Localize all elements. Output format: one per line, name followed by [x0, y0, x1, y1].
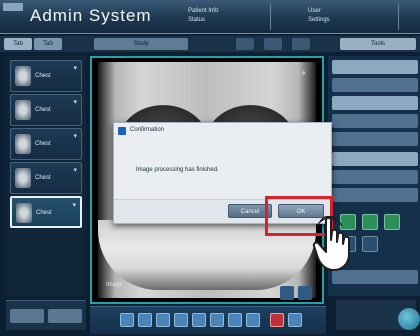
thumbnail-panel: Chest ▾ Chest ▾ Chest ▾ Chest ▾ Chest ▾: [6, 56, 86, 296]
footer-button[interactable]: [48, 309, 82, 323]
tool-button[interactable]: [246, 313, 260, 327]
round-action-button[interactable]: [398, 308, 420, 330]
thumbnail-item[interactable]: Chest ▾: [10, 94, 82, 126]
xray-thumbnail-image: [15, 66, 31, 86]
app-title: Admin System: [30, 6, 152, 25]
viewer-control-button[interactable]: [280, 286, 294, 300]
tab-tools[interactable]: Tools: [340, 38, 416, 50]
view-mode-button[interactable]: [264, 38, 282, 50]
panel-square-button[interactable]: [362, 236, 378, 252]
viewer-control-button[interactable]: [298, 286, 312, 300]
view-mode-button[interactable]: [236, 38, 254, 50]
header-divider: [270, 4, 271, 30]
chevron-icon: ▾: [73, 167, 77, 174]
panel-row[interactable]: [332, 270, 418, 284]
window-menu-icon[interactable]: [3, 3, 23, 11]
chevron-icon: ▾: [73, 65, 77, 72]
tool-button[interactable]: [120, 313, 134, 327]
xray-thumbnail-image: [15, 134, 31, 154]
title-bar: Admin System Patient Info Status User Se…: [0, 0, 420, 34]
thumbnail-item-selected[interactable]: Chest ▾: [10, 196, 82, 228]
tool-button[interactable]: [210, 313, 224, 327]
panel-row[interactable]: [332, 170, 418, 184]
tab-1[interactable]: Tab: [4, 38, 32, 50]
dialog-title: Confirmation: [130, 127, 165, 133]
bottom-toolbar: [90, 306, 326, 334]
thumbnail-item[interactable]: Chest ▾: [10, 128, 82, 160]
dialog-message: Image processing has finished.: [136, 167, 219, 173]
panel-row[interactable]: [332, 152, 418, 166]
dialog-titlebar: Confirmation: [114, 123, 331, 139]
chevron-icon: ▾: [73, 133, 77, 140]
tool-button[interactable]: [138, 313, 152, 327]
panel-row[interactable]: [332, 96, 418, 110]
green-button[interactable]: [384, 214, 400, 230]
orientation-marker-icon: ⌖: [300, 68, 306, 78]
tab-study[interactable]: Study: [94, 38, 188, 50]
chevron-icon: ▾: [72, 202, 76, 209]
tool-button[interactable]: [156, 313, 170, 327]
xray-thumbnail-image: [15, 100, 31, 120]
view-mode-button[interactable]: [292, 38, 310, 50]
thumbnail-footer: [6, 300, 86, 330]
panel-row[interactable]: [332, 60, 418, 74]
tool-button[interactable]: [192, 313, 206, 327]
tool-button-alert[interactable]: [270, 313, 284, 327]
panel-row[interactable]: [332, 188, 418, 202]
xray-thumbnail-image: [15, 168, 31, 188]
xray-thumbnail-image: [16, 203, 32, 223]
user-info: User Settings: [308, 8, 330, 23]
thumbnail-item[interactable]: Chest ▾: [10, 60, 82, 92]
viewer-caption: Image: [106, 282, 123, 288]
tool-button[interactable]: [288, 313, 302, 327]
header-divider: [398, 4, 399, 30]
panel-row[interactable]: [332, 114, 418, 128]
tab-strip: Tab Tab Study Tools: [0, 36, 420, 52]
info-icon: [118, 127, 126, 135]
patient-info: Patient Info Status: [188, 8, 219, 23]
footer-button[interactable]: [10, 309, 44, 323]
green-button[interactable]: [362, 214, 378, 230]
tool-button[interactable]: [228, 313, 242, 327]
chevron-icon: ▾: [73, 99, 77, 106]
thumbnail-item[interactable]: Chest ▾: [10, 162, 82, 194]
panel-row[interactable]: [332, 78, 418, 92]
tab-2[interactable]: Tab: [34, 38, 62, 50]
hand-pointer-icon: [312, 216, 350, 271]
panel-row[interactable]: [332, 132, 418, 146]
tool-button[interactable]: [174, 313, 188, 327]
